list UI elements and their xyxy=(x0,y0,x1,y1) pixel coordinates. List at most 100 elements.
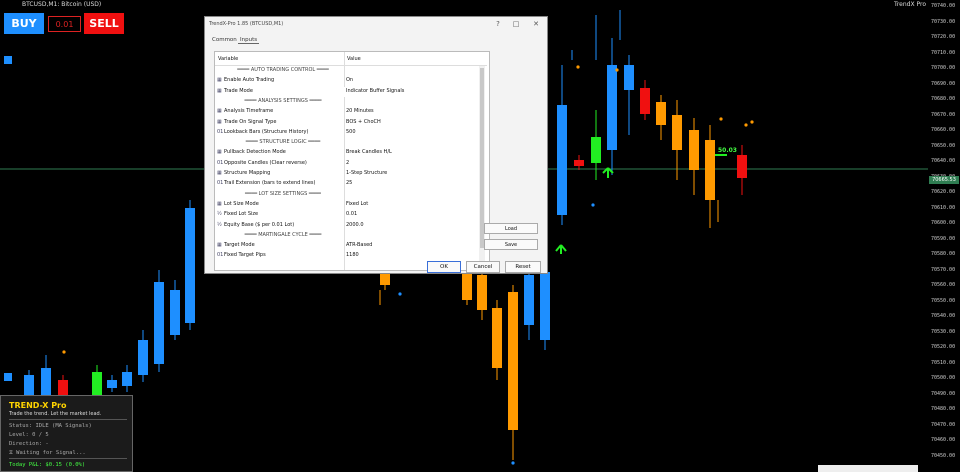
maximize-icon[interactable]: □ xyxy=(507,19,525,29)
input-row[interactable]: 01Fixed Target Pips 1180 xyxy=(215,251,477,261)
input-value-cell[interactable]: On xyxy=(346,77,474,86)
input-variable-cell: ▦ Target Mode xyxy=(217,242,342,251)
input-value-cell[interactable]: 500 xyxy=(346,129,474,138)
input-value-cell[interactable]: Break Candles H/L xyxy=(346,149,474,158)
price-tick-label: 70590.00 xyxy=(931,235,956,242)
input-row[interactable]: ▦ Target Mode ATR-Based xyxy=(215,241,477,251)
sell-button[interactable]: SELL xyxy=(84,13,124,34)
panel-status: Status: IDLE (MA Signals) xyxy=(9,423,92,429)
input-variable-cell: 01Trail Extension (bars to extend lines) xyxy=(217,180,342,189)
param-type-icon: ▦ xyxy=(217,118,222,125)
input-row[interactable]: ▦ Structure Mapping 1-Step Structure xyxy=(215,169,477,179)
current-price-label: 70665.53 xyxy=(929,176,959,184)
candle-body xyxy=(492,308,502,368)
buy-button[interactable]: BUY xyxy=(4,13,44,34)
input-value-cell[interactable]: ATR-Based xyxy=(346,242,474,251)
column-header-variable[interactable]: Variable xyxy=(218,56,238,62)
price-tick-label: 70720.00 xyxy=(931,34,956,40)
input-row[interactable]: 01Trail Extension (bars to extend lines)… xyxy=(215,179,477,189)
dialog-titlebar[interactable]: TrendX-Pro 1.85 (BTCUSD,M1) ? □ ✕ xyxy=(205,17,547,31)
price-tick-label: 70610.00 xyxy=(931,204,956,211)
input-row[interactable]: ▦ Lot Size Mode Fixed Lot xyxy=(215,200,477,210)
candle-body xyxy=(154,282,164,364)
price-tick-label: 70530.00 xyxy=(931,328,956,335)
candle-body xyxy=(185,208,195,323)
close-icon[interactable]: ✕ xyxy=(527,19,545,29)
scrollbar-thumb[interactable] xyxy=(480,68,484,248)
input-value-cell[interactable]: 2000.0 xyxy=(346,222,474,231)
input-row[interactable]: ▦ Pullback Detection Mode Break Candles H/… xyxy=(215,148,477,158)
ok-button[interactable]: OK xyxy=(427,261,461,273)
param-type-icon: ½ xyxy=(217,221,222,228)
tab-common[interactable]: Common xyxy=(210,37,239,43)
indicator-properties-dialog[interactable]: TrendX-Pro 1.85 (BTCUSD,M1) ? □ ✕ Common… xyxy=(204,16,548,274)
panel-title: TREND-X Pro xyxy=(9,401,67,410)
input-variable-cell: ════ AUTO TRADING CONTROL ════ xyxy=(217,67,342,76)
signal-dot xyxy=(188,258,192,262)
input-variable-cell: ▦ Pullback Detection Mode xyxy=(217,149,342,158)
input-row[interactable]: ▦ Trade On Signal Type BOS + ChoCH xyxy=(215,118,477,128)
panel-level: Level: 0 / 5 xyxy=(9,432,49,438)
input-value-cell[interactable]: Indicator Buffer Signals xyxy=(346,88,474,97)
signal-dot xyxy=(511,461,515,465)
input-row[interactable]: 01Lookback Bars (Structure History) 500 xyxy=(215,128,477,138)
section-header-row: ════ LOT SIZE SETTINGS ════ xyxy=(215,190,477,200)
price-axis[interactable]: 70740.00 70730.00 70720.00 70710.00 70700.00… xyxy=(928,0,960,472)
input-row[interactable]: ½ Equity Base ($ per 0.01 Lot) 2000.0 xyxy=(215,221,477,231)
input-value-cell[interactable]: 20 Minutes xyxy=(346,108,474,117)
input-row[interactable]: ½ Fixed Lot Size 0.01 xyxy=(215,210,477,220)
candle-body xyxy=(41,368,51,395)
price-tick-label: 70670.00 xyxy=(931,111,956,118)
cancel-button[interactable]: Cancel xyxy=(466,261,500,273)
input-variable-label: ════ AUTO TRADING CONTROL ════ xyxy=(237,67,329,73)
input-value-cell[interactable]: Fixed Lot xyxy=(346,201,474,210)
tab-inputs[interactable]: Inputs xyxy=(238,37,260,44)
candle-body xyxy=(477,275,487,310)
candle-body xyxy=(640,88,650,114)
candle-body xyxy=(92,372,102,395)
chart-scrollbar[interactable] xyxy=(818,465,918,472)
info-panel: TREND-X Pro Trade the trend. Let the mar… xyxy=(0,395,133,472)
reset-button[interactable]: Reset xyxy=(505,261,541,273)
input-row[interactable]: ▦ Trade Mode Indicator Buffer Signals xyxy=(215,86,477,97)
save-button[interactable]: Save xyxy=(484,239,538,250)
input-row[interactable]: 01Opposite Candles (Clear reverse) 2 xyxy=(215,159,477,169)
candle-body xyxy=(170,290,180,335)
signal-value-label: 50.03 xyxy=(718,147,737,154)
input-variable-label: Fixed Target Pips xyxy=(224,252,266,259)
price-tick-label: 70480.00 xyxy=(931,406,956,412)
lot-size-field[interactable]: 0.01 xyxy=(48,16,81,32)
param-type-icon: 01 xyxy=(217,252,224,259)
input-value-cell[interactable]: 25 xyxy=(346,180,474,189)
input-row[interactable]: ▦ Analysis Timeframe 20 Minutes xyxy=(215,107,477,117)
divider xyxy=(9,458,127,459)
input-variable-cell: ════ STRUCTURE LOGIC ════ xyxy=(217,139,342,148)
price-tick-label: 70740.00 xyxy=(931,3,956,9)
input-value-cell[interactable]: BOS + ChoCH xyxy=(346,119,474,128)
dialog-title: TrendX-Pro 1.85 (BTCUSD,M1) xyxy=(209,21,284,27)
candle-body xyxy=(557,105,567,215)
signal-dot xyxy=(62,350,66,354)
candle-body xyxy=(138,340,148,375)
param-type-icon: ▦ xyxy=(217,87,222,94)
input-variable-cell: ════ LOT SIZE SETTINGS ════ xyxy=(217,191,342,200)
input-variable-cell: ▦ Trade Mode xyxy=(217,88,342,97)
input-value-cell[interactable]: 2 xyxy=(346,160,474,169)
divider xyxy=(9,419,127,420)
signal-dot xyxy=(398,292,402,296)
input-value-cell[interactable]: 1-Step Structure xyxy=(346,170,474,179)
input-row[interactable]: ▦ Enable Auto Trading On xyxy=(215,76,477,86)
signal-dot xyxy=(719,117,723,121)
load-button[interactable]: Load xyxy=(484,223,538,234)
column-header-value[interactable]: Value xyxy=(347,56,361,62)
param-type-icon: ▦ xyxy=(217,77,222,84)
input-variable-cell: ════ ANALYSIS SETTINGS ════ xyxy=(217,98,342,107)
input-variable-label: Fixed Lot Size xyxy=(224,211,259,218)
price-tick-label: 70490.00 xyxy=(931,390,956,397)
input-value-cell[interactable]: 0.01 xyxy=(346,211,474,220)
input-variable-cell: ½ Fixed Lot Size xyxy=(217,211,342,220)
input-value-cell xyxy=(346,67,474,76)
inputs-grid[interactable]: Variable Value ════ AUTO TRADING CONTROL… xyxy=(214,51,490,271)
help-icon[interactable]: ? xyxy=(489,19,507,29)
candle-body xyxy=(58,380,68,395)
